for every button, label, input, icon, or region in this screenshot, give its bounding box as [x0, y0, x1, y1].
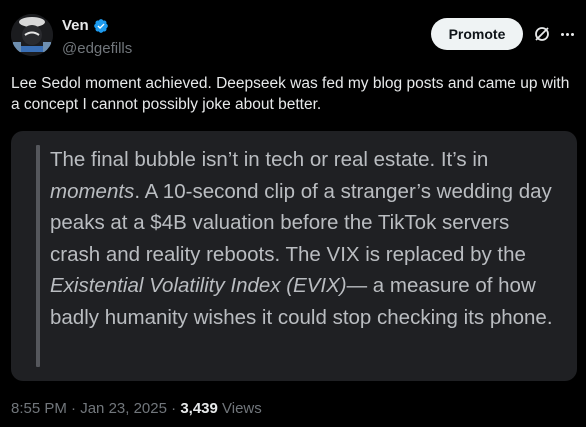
quote-italic-evix: Existential Volatility Index (EVIX)	[50, 274, 347, 298]
verified-badge-icon	[93, 18, 108, 33]
author-name-row[interactable]: Ven	[62, 17, 109, 34]
author-handle[interactable]: @edgefills	[62, 40, 132, 57]
quote-text: The final bubble isn’t in tech or real e…	[50, 144, 565, 334]
quote-text-part: The final bubble isn’t in tech or real e…	[50, 148, 489, 171]
more-dot	[570, 32, 574, 36]
quote-bar	[36, 145, 40, 367]
tweet-meta: 8:55 PM · Jan 23, 2025 · 3,439 Views	[11, 400, 262, 417]
avatar[interactable]	[11, 14, 53, 56]
more-dot	[560, 32, 564, 36]
quote-italic-moments: moments	[50, 179, 135, 203]
promote-button[interactable]: Promote	[431, 18, 523, 50]
tweet-text: Lee Sedol moment achieved. Deepseek was …	[11, 75, 570, 113]
author-display-name[interactable]: Ven	[62, 17, 89, 34]
views-label: Views	[217, 400, 262, 417]
more-icon[interactable]	[557, 24, 577, 44]
more-dot	[565, 32, 569, 36]
meta-separator: ·	[166, 400, 181, 417]
views-count[interactable]: 3,439	[180, 400, 218, 417]
tweet-date[interactable]: Jan 23, 2025	[80, 400, 167, 417]
grok-icon[interactable]	[532, 24, 552, 44]
meta-separator: ·	[66, 400, 81, 417]
tweet-time[interactable]: 8:55 PM	[11, 400, 67, 417]
